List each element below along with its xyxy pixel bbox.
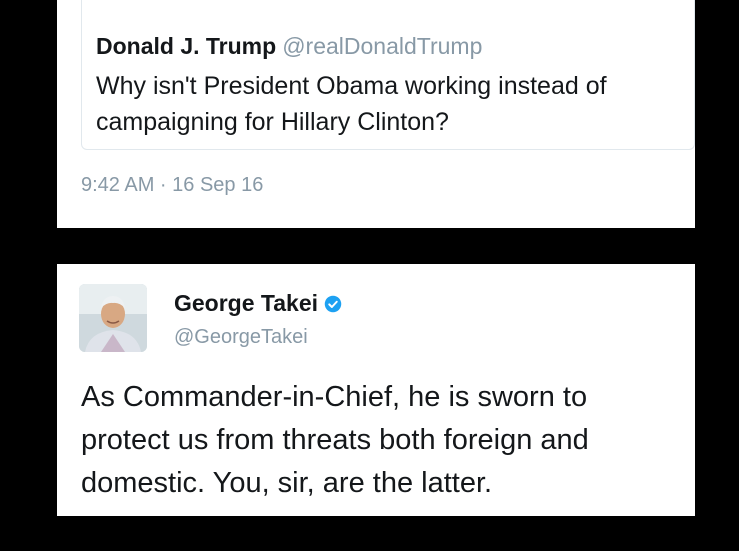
quoted-tweet-header: Donald J. Trump @realDonaldTrump bbox=[96, 32, 482, 60]
tweet-timestamp[interactable]: 9:42 AM · 16 Sep 16 bbox=[81, 174, 263, 197]
tweet-text: As Commander-in-Chief, he is sworn to pr… bbox=[81, 381, 589, 499]
verified-badge-icon bbox=[324, 295, 342, 312]
author-name[interactable]: George Takei bbox=[174, 290, 318, 317]
quoted-author-handle[interactable]: @realDonaldTrump bbox=[282, 33, 482, 59]
quoted-author-name[interactable]: Donald J. Trump bbox=[96, 33, 276, 59]
tweet-panel-bottom: George Takei @GeorgeTakei As Commander-i… bbox=[57, 264, 695, 516]
author-handle[interactable]: @GeorgeTakei bbox=[174, 326, 308, 349]
quoted-tweet-card[interactable]: Donald J. Trump @realDonaldTrump Why isn'… bbox=[81, 0, 695, 150]
quoted-tweet-text: Why isn't President Obama working instea… bbox=[96, 72, 607, 136]
tweet-panel-top: Donald J. Trump @realDonaldTrump Why isn'… bbox=[57, 0, 695, 228]
avatar-portrait-icon bbox=[79, 284, 147, 352]
author-name-row: George Takei bbox=[174, 290, 342, 317]
avatar[interactable] bbox=[79, 284, 147, 352]
